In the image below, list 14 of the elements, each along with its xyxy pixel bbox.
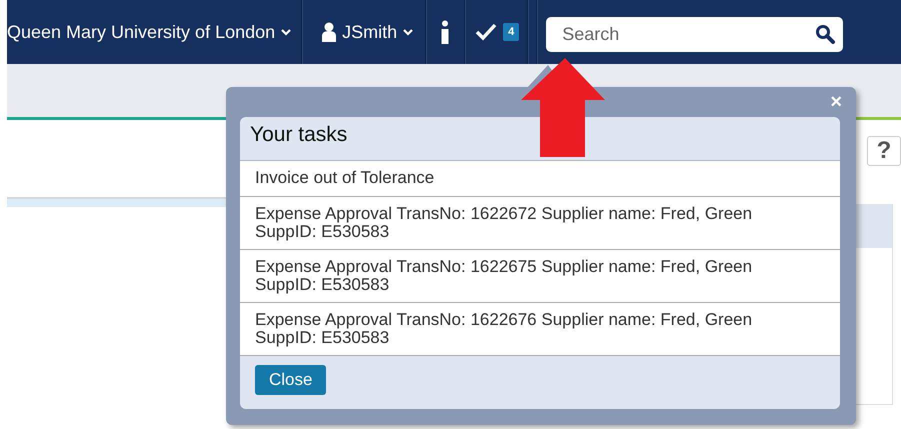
help-button[interactable]: ? xyxy=(867,136,901,166)
task-item[interactable]: Expense Approval TransNo: 1622676 Supplier name: Fred, Green SuppID: E530583 xyxy=(240,303,840,356)
close-button[interactable]: Close xyxy=(255,365,326,395)
task-item[interactable]: Expense Approval TransNo: 1622675 Supplier name: Fred, Green SuppID: E530583 xyxy=(240,250,840,303)
check-icon xyxy=(475,23,498,41)
task-item[interactable]: Invoice out of Tolerance xyxy=(240,161,840,197)
task-item[interactable]: Expense Approval TransNo: 1622672 Supplier name: Fred, Green SuppID: E530583 xyxy=(240,197,840,250)
user-icon xyxy=(322,22,336,42)
task-count-badge: 4 xyxy=(503,23,520,41)
chevron-down-icon xyxy=(403,28,414,36)
info-icon xyxy=(442,20,449,44)
search-icon xyxy=(815,24,836,44)
chevron-down-icon xyxy=(281,28,292,36)
search-field[interactable]: Search xyxy=(546,17,844,52)
